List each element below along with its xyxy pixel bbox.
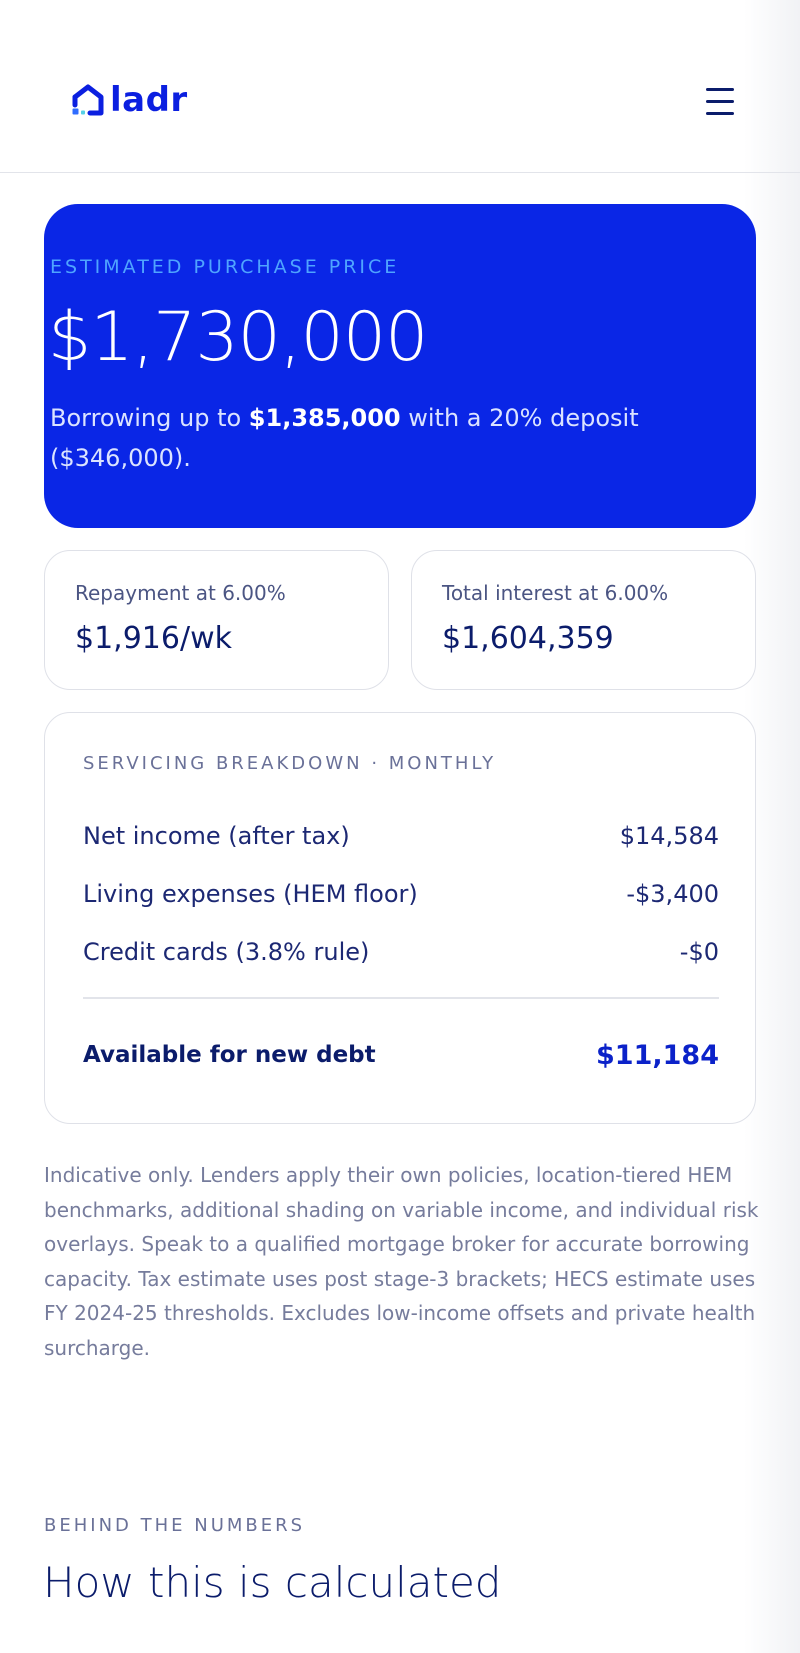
breakdown-row-value: -$0 — [679, 938, 719, 966]
available-for-debt-value: $11,184 — [596, 1039, 719, 1071]
ladr-logo[interactable]: ladr — [68, 80, 188, 120]
available-for-debt-label: Available for new debt — [83, 1042, 376, 1068]
total-interest-card: Total interest at 6.00% $1,604,359 — [411, 550, 756, 690]
servicing-breakdown-card: SERVICING BREAKDOWN · MONTHLY Net income… — [44, 712, 756, 1124]
breakdown-row-net-income: Net income (after tax) $14,584 — [83, 819, 719, 853]
house-logo-icon — [72, 84, 104, 116]
breakdown-eyebrow: SERVICING BREAKDOWN · MONTHLY — [83, 753, 497, 774]
section-title: How this is calculated — [43, 1558, 502, 1607]
breakdown-row-label: Living expenses (HEM floor) — [83, 880, 418, 908]
breakdown-total-row: Available for new debt $11,184 — [83, 1035, 719, 1075]
breakdown-row-credit-cards: Credit cards (3.8% rule) -$0 — [83, 935, 719, 969]
breakdown-row-label: Net income (after tax) — [83, 822, 350, 850]
repayment-card: Repayment at 6.00% $1,916/wk — [44, 550, 389, 690]
borrow-amount: $1,385,000 — [248, 404, 401, 432]
breakdown-row-label: Credit cards (3.8% rule) — [83, 938, 370, 966]
borrowing-description: Borrowing up to $1,385,000 with a 20% de… — [50, 404, 639, 472]
breakdown-row-value: -$3,400 — [626, 880, 719, 908]
hamburger-menu-icon — [706, 88, 734, 91]
repayment-value: $1,916/wk — [75, 621, 232, 656]
logo-wordmark: ladr — [110, 80, 188, 120]
disclaimer-text: Indicative only. Lenders apply their own… — [44, 1163, 759, 1360]
site-header: ladr — [0, 0, 800, 173]
breakdown-divider — [83, 997, 719, 999]
behind-numbers-eyebrow: BEHIND THE NUMBERS — [44, 1515, 306, 1536]
purchase-price-eyebrow: ESTIMATED PURCHASE PRICE — [50, 256, 400, 278]
page: ladr ESTIMATED PURCHASE PRICE $1,730,000… — [0, 0, 800, 1653]
breakdown-row-living-expenses: Living expenses (HEM floor) -$3,400 — [83, 877, 719, 911]
purchase-price-value: $1,730,000 — [48, 298, 428, 377]
repayment-label: Repayment at 6.00% — [75, 581, 286, 605]
total-interest-value: $1,604,359 — [442, 621, 614, 656]
breakdown-row-value: $14,584 — [619, 822, 719, 850]
menu-button[interactable] — [700, 84, 740, 120]
total-interest-label: Total interest at 6.00% — [442, 581, 669, 605]
